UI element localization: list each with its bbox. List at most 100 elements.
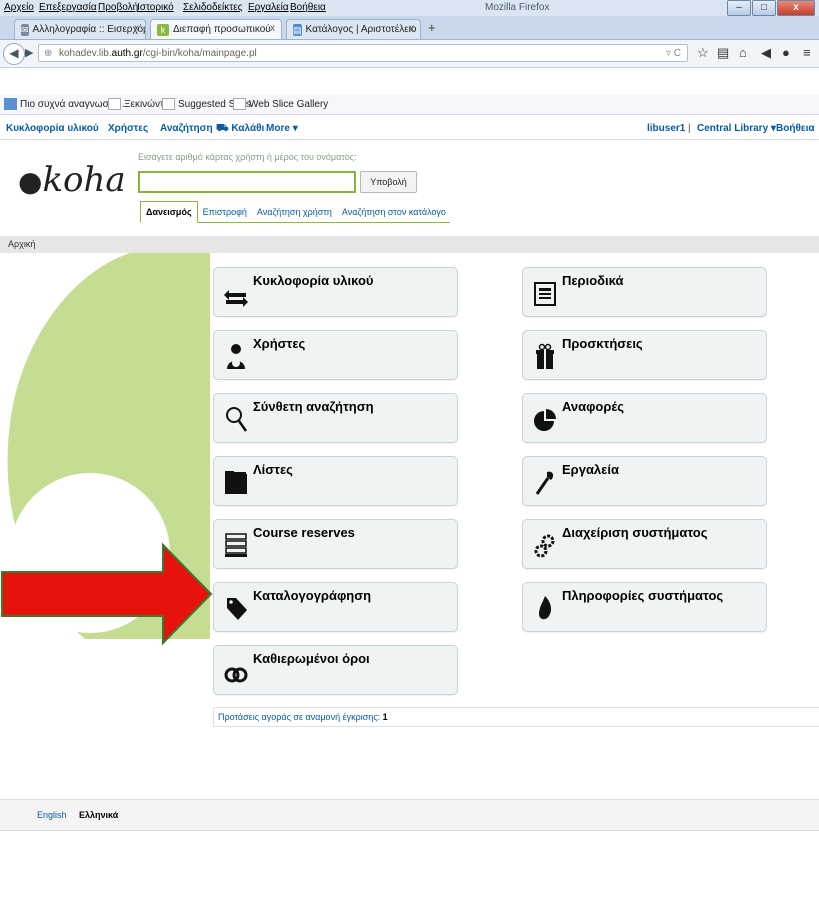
- reports-icon: [534, 409, 556, 431]
- tab-catalog[interactable]: ▤ Κατάλογος | Αριστοτέλειο ... x: [286, 19, 421, 39]
- mail-icon: ✉: [21, 23, 29, 36]
- bookmark-star-icon[interactable]: ☆: [697, 45, 709, 61]
- cart-icon: ⛟: [216, 123, 232, 134]
- nav-user[interactable]: libuser1: [647, 123, 685, 134]
- tab-close-icon[interactable]: x: [409, 23, 414, 34]
- bookmark-label: Web Slice Gallery: [249, 98, 329, 110]
- search-tabs: Δανεισμός Επιστροφή Αναζήτηση χρήστη Ανα…: [140, 198, 450, 223]
- about-icon: [539, 596, 552, 620]
- nav-separator: |: [688, 123, 691, 134]
- tab-search-patrons[interactable]: Αναζήτηση χρήστη: [252, 202, 337, 222]
- nav-help[interactable]: Βοήθεια: [776, 123, 815, 134]
- pocket-icon[interactable]: ●: [782, 45, 790, 60]
- nav-branch[interactable]: Central Library ▾: [697, 123, 776, 134]
- url-path: /cgi-bin/koha/mainpage.pl: [142, 48, 257, 59]
- tile-label: Καθιερωμένοι όροι: [253, 651, 370, 666]
- menu-history[interactable]: Ιστορικό: [137, 2, 174, 13]
- language-footer: English Ελληνικά: [0, 799, 819, 831]
- chevron-down-icon: ▾: [292, 123, 298, 134]
- minimize-button[interactable]: –: [727, 0, 751, 16]
- close-window-button[interactable]: x: [777, 0, 815, 16]
- nav-patrons[interactable]: Χρήστες: [108, 123, 148, 134]
- tile-course-reserves[interactable]: Course reserves: [213, 519, 458, 569]
- navigation-bar: ◀ ▶ ⊕ kohadev.lib.auth.gr/cgi-bin/koha/ma…: [0, 40, 819, 68]
- send-icon[interactable]: ◀: [761, 45, 771, 61]
- tile-reports[interactable]: Αναφορές: [522, 393, 767, 443]
- acquisitions-icon: [536, 343, 554, 369]
- menu-view[interactable]: Προβολή: [98, 2, 138, 13]
- nav-cart[interactable]: ⛟ Καλάθι: [216, 123, 264, 136]
- tile-patrons[interactable]: Χρήστες: [213, 330, 458, 380]
- bookmark-web-slice-gallery[interactable]: Web Slice Gallery: [233, 98, 328, 110]
- patrons-icon: [227, 344, 245, 369]
- hamburger-menu-icon[interactable]: ≡: [803, 45, 811, 60]
- bookmarks-bar: Πιο συχνά αναγνωσμέ... Ξεκινώντας Sugges…: [0, 95, 819, 115]
- tile-tools[interactable]: Εργαλεία: [522, 456, 767, 506]
- koha-drop-icon: ●: [18, 165, 43, 198]
- tab-label: Κατάλογος | Αριστοτέλειο ...: [305, 24, 421, 35]
- pending-suggestions[interactable]: Προτάσεις αγοράς σε αναμονή έγκρισης: 1: [213, 707, 819, 727]
- tile-label: Χρήστες: [253, 336, 306, 351]
- submit-button[interactable]: Υποβολή: [360, 171, 417, 193]
- logo-text: koha: [42, 160, 126, 200]
- tab-close-icon[interactable]: x: [270, 23, 275, 34]
- window-controls: – □ x: [727, 0, 815, 16]
- tile-label: Προσκτήσεις: [562, 336, 643, 351]
- reload-icon[interactable]: ▿ C: [666, 45, 681, 63]
- new-tab-button[interactable]: +: [428, 20, 436, 35]
- koha-favicon-icon: k: [157, 23, 169, 36]
- menu-edit[interactable]: Επεξεργασία: [39, 2, 97, 13]
- cart-label: Καλάθι: [231, 123, 265, 134]
- tab-staff-interface[interactable]: k Διεπαφή προσωπικού x: [150, 19, 282, 39]
- tab-bar: ✉ Αλληλογραφία :: Εισερχόμ... x k Διεπαφ…: [0, 16, 819, 40]
- menu-file[interactable]: Αρχείο: [4, 2, 34, 13]
- menu-bookmarks[interactable]: Σελιδοδείκτες: [183, 2, 242, 13]
- tile-cataloging[interactable]: Καταλογογράφηση: [213, 582, 458, 632]
- more-label: More: [266, 123, 290, 134]
- forward-button[interactable]: ▶: [25, 46, 33, 59]
- tile-acquisitions[interactable]: Προσκτήσεις: [522, 330, 767, 380]
- lang-english[interactable]: English: [37, 810, 67, 820]
- menu-tools[interactable]: Εργαλεία: [248, 2, 289, 13]
- globe-icon: ⊕: [44, 48, 53, 59]
- tile-label: Σύνθετη αναζήτηση: [253, 399, 374, 414]
- nav-more[interactable]: More ▾: [266, 123, 298, 134]
- tile-label: Κυκλοφορία υλικού: [253, 273, 374, 288]
- admin-gears-icon: [534, 534, 555, 558]
- breadcrumb[interactable]: Αρχική: [0, 236, 819, 253]
- patron-search-input[interactable]: [138, 171, 356, 193]
- back-button[interactable]: ◀: [3, 43, 25, 65]
- koha-logo[interactable]: ●koha: [18, 160, 126, 200]
- maximize-button[interactable]: □: [752, 0, 776, 16]
- page-icon: [108, 98, 121, 110]
- tab-close-icon[interactable]: x: [134, 23, 139, 34]
- catalog-favicon-icon: ▤: [293, 23, 302, 36]
- nav-search[interactable]: Αναζήτηση: [160, 123, 213, 134]
- tile-serials[interactable]: Περιοδικά: [522, 267, 767, 317]
- search-hint: Εισάγετε αριθμό κάρτας χρήστη ή μέρος το…: [138, 152, 357, 162]
- tab-mail[interactable]: ✉ Αλληλογραφία :: Εισερχόμ... x: [14, 19, 146, 39]
- tile-administration[interactable]: Διαχείριση συστήματος: [522, 519, 767, 569]
- page-icon: [233, 98, 246, 110]
- url-bar[interactable]: ⊕ kohadev.lib.auth.gr/cgi-bin/koha/mainpa…: [38, 44, 688, 62]
- pending-text: Προτάσεις αγοράς σε αναμονή έγκρισης:: [218, 712, 381, 722]
- bookmarks-list-icon[interactable]: ▤: [717, 45, 729, 61]
- window-title: Mozilla Firefox: [485, 2, 550, 13]
- koha-top-nav: Κυκλοφορία υλικού Χρήστες Αναζήτηση ⛟ Κα…: [0, 117, 819, 140]
- lists-icon: [225, 471, 247, 494]
- tile-circulation[interactable]: Κυκλοφορία υλικού: [213, 267, 458, 317]
- most-visited-icon: [4, 98, 17, 110]
- tab-search-catalog[interactable]: Αναζήτηση στον κατάλογο: [337, 202, 451, 222]
- tile-advanced-search[interactable]: Σύνθετη αναζήτηση: [213, 393, 458, 443]
- tile-authorities[interactable]: Καθιερωμένοι όροι: [213, 645, 458, 695]
- home-icon[interactable]: ⌂: [739, 45, 747, 60]
- tile-lists[interactable]: Λίστες: [213, 456, 458, 506]
- tab-checkin[interactable]: Επιστροφή: [198, 202, 252, 222]
- tab-label: Διεπαφή προσωπικού: [173, 24, 271, 35]
- tile-label: Διαχείριση συστήματος: [562, 525, 708, 540]
- tab-checkout[interactable]: Δανεισμός: [140, 201, 198, 223]
- cataloging-tag-icon: [227, 598, 247, 620]
- menu-help[interactable]: Βοήθεια: [290, 2, 326, 13]
- tile-about[interactable]: Πληροφορίες συστήματος: [522, 582, 767, 632]
- nav-circulation[interactable]: Κυκλοφορία υλικού: [6, 123, 99, 134]
